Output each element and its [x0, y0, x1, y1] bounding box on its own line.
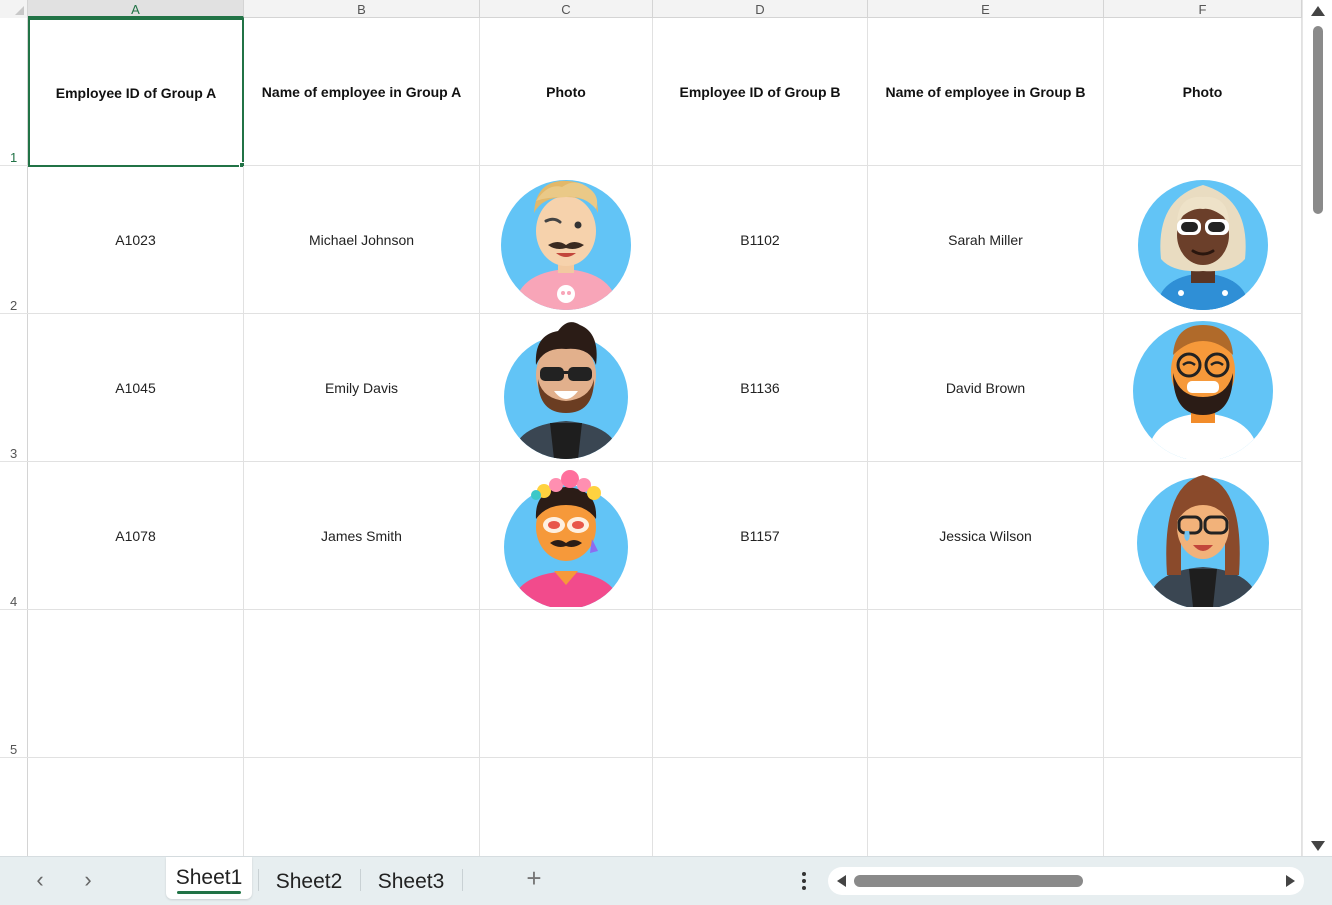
cell-e6[interactable] [868, 758, 1104, 856]
cell-b5[interactable] [244, 610, 480, 758]
column-header-b[interactable]: B [244, 0, 480, 18]
cell-d2[interactable]: B1102 [653, 166, 868, 314]
sheet-tab-2[interactable]: Sheet2 [264, 861, 354, 903]
avatar-bearded-sunglasses-icon[interactable] [496, 317, 636, 459]
cell-d6[interactable] [653, 758, 868, 856]
avatar-flower-crown-icon[interactable] [496, 465, 636, 607]
cell-e4[interactable]: Jessica Wilson [868, 462, 1104, 610]
cell-b1[interactable]: Name of employee in Group A [244, 18, 480, 166]
sheet-tab-bar: ‹ › Sheet1 Sheet2 Sheet3 + [0, 856, 1332, 905]
cell-b2[interactable]: Michael Johnson [244, 166, 480, 314]
cell-a5[interactable] [28, 610, 244, 758]
avatar-long-hair-glasses-icon[interactable] [1133, 465, 1273, 607]
cell-c5[interactable] [480, 610, 653, 758]
chevron-right-icon[interactable]: › [76, 869, 100, 893]
row-header-4[interactable]: 4 [0, 462, 28, 610]
add-sheet-button[interactable]: + [521, 865, 547, 892]
sheet-tab-1[interactable]: Sheet1 [166, 857, 252, 899]
column-header-c[interactable]: C [480, 0, 653, 18]
cell-c2[interactable] [480, 166, 653, 314]
row-header-1[interactable]: 1 [0, 18, 28, 166]
scroll-up-icon[interactable] [1311, 6, 1325, 16]
more-vertical-icon[interactable] [796, 869, 812, 895]
avatar-blond-mustache-icon[interactable] [496, 169, 636, 311]
cell-d4[interactable]: B1157 [653, 462, 868, 610]
scroll-down-icon[interactable] [1311, 841, 1325, 851]
cell-f5[interactable] [1104, 610, 1302, 758]
cell-c6[interactable] [480, 758, 653, 856]
tab-divider [462, 869, 463, 891]
avatar-white-hair-sunglasses-icon[interactable] [1133, 169, 1273, 311]
cell-f3[interactable] [1104, 314, 1302, 462]
cell-c4[interactable] [480, 462, 653, 610]
cell-grid: Employee ID of Group A Name of employee … [28, 18, 1302, 856]
column-header-a[interactable]: A [28, 0, 244, 18]
column-header-e[interactable]: E [868, 0, 1104, 18]
avatar-bald-beard-glasses-icon[interactable] [1131, 317, 1275, 459]
vertical-scrollbar[interactable] [1302, 0, 1332, 856]
cell-a4[interactable]: A1078 [28, 462, 244, 610]
cell-a2[interactable]: A1023 [28, 166, 244, 314]
column-header-bar: A B C D E F [0, 0, 1302, 18]
cell-e3[interactable]: David Brown [868, 314, 1104, 462]
cell-b6[interactable] [244, 758, 480, 856]
scroll-left-icon[interactable] [837, 875, 846, 887]
cell-b4[interactable]: James Smith [244, 462, 480, 610]
tab-divider [360, 869, 361, 891]
chevron-left-icon[interactable]: ‹ [28, 869, 52, 893]
cell-d3[interactable]: B1136 [653, 314, 868, 462]
cell-d1[interactable]: Employee ID of Group B [653, 18, 868, 166]
cell-e1[interactable]: Name of employee in Group B [868, 18, 1104, 166]
cell-f2[interactable] [1104, 166, 1302, 314]
cell-f4[interactable] [1104, 462, 1302, 610]
column-header-f[interactable]: F [1104, 0, 1302, 18]
active-tab-indicator [177, 891, 241, 894]
horizontal-scroll-thumb[interactable] [854, 875, 1083, 887]
row-header-3[interactable]: 3 [0, 314, 28, 462]
cell-c1[interactable]: Photo [480, 18, 653, 166]
spreadsheet-window: A B C D E F 1 2 3 4 5 Employee ID of Gro… [0, 0, 1332, 905]
cell-d5[interactable] [653, 610, 868, 758]
scroll-right-icon[interactable] [1286, 875, 1295, 887]
cell-b3[interactable]: Emily Davis [244, 314, 480, 462]
cell-f1[interactable]: Photo [1104, 18, 1302, 166]
row-header-5[interactable]: 5 [0, 610, 28, 758]
cell-c3[interactable] [480, 314, 653, 462]
cell-a3[interactable]: A1045 [28, 314, 244, 462]
sheet-tab-3[interactable]: Sheet3 [366, 861, 456, 903]
row-header-bar: 1 2 3 4 5 [0, 18, 28, 856]
cell-e2[interactable]: Sarah Miller [868, 166, 1104, 314]
cell-a1[interactable]: Employee ID of Group A [28, 18, 244, 167]
cell-f6[interactable] [1104, 758, 1302, 856]
tab-divider [258, 869, 259, 891]
cell-e5[interactable] [868, 610, 1104, 758]
cell-a6[interactable] [28, 758, 244, 856]
select-all-corner[interactable] [0, 0, 28, 18]
row-header-2[interactable]: 2 [0, 166, 28, 314]
column-header-d[interactable]: D [653, 0, 868, 18]
horizontal-scrollbar[interactable] [828, 867, 1304, 895]
vertical-scroll-thumb[interactable] [1313, 26, 1323, 214]
